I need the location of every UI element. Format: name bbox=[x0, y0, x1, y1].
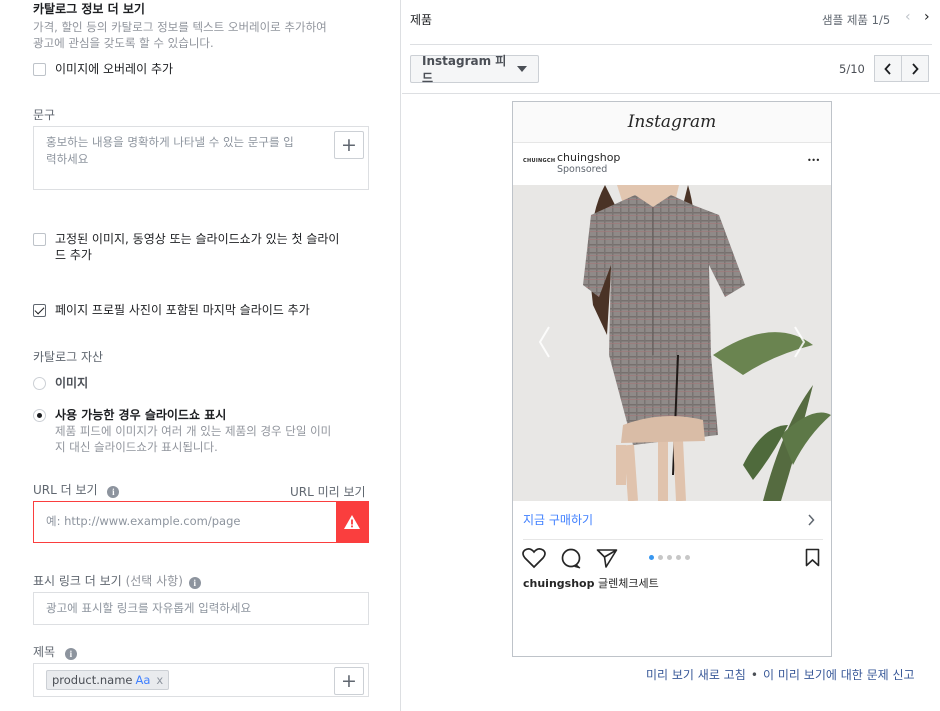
chevron-left-icon[interactable]: ‹ bbox=[905, 9, 911, 25]
headline-label: 제목 i bbox=[33, 643, 77, 660]
catalog-more-desc-2: 광고에 관심을 갖도록 할 수 있습니다. bbox=[33, 36, 214, 50]
product-image[interactable] bbox=[513, 185, 831, 501]
catalog-more-desc-1: 가격, 할인 등의 카탈로그 정보를 텍스트 오버레이로 추가하여 bbox=[33, 20, 327, 34]
info-icon[interactable]: i bbox=[64, 648, 77, 660]
account-name[interactable]: chuingshop bbox=[557, 151, 620, 164]
carousel-dot bbox=[658, 555, 663, 560]
chevron-left-icon bbox=[884, 62, 891, 75]
carousel-dots bbox=[649, 555, 690, 560]
preview-footer: 미리 보기 새로 고침 • 이 미리 보기에 대한 문제 신고 bbox=[646, 664, 915, 683]
info-icon[interactable]: i bbox=[107, 486, 120, 498]
carousel-dot bbox=[667, 555, 672, 560]
placement-dropdown[interactable]: Instagram 피드 bbox=[410, 54, 539, 85]
account-logo: CHUINGCH bbox=[523, 158, 556, 164]
catalog-assets-label: 카탈로그 자산 bbox=[33, 350, 104, 364]
header-divider bbox=[410, 44, 932, 45]
text-section-label: 문구 bbox=[33, 108, 56, 122]
next-button[interactable] bbox=[901, 55, 929, 82]
cta-divider bbox=[523, 539, 823, 540]
refresh-preview-link[interactable]: 미리 보기 새로 고침 bbox=[646, 668, 746, 682]
carousel-dot bbox=[676, 555, 681, 560]
primary-text-placeholder-2: 력하세요 bbox=[46, 152, 89, 166]
radio-slideshow-desc-2: 지 대신 슬라이드쇼가 표시됩니다. bbox=[55, 440, 218, 454]
fixed-media-checkbox[interactable] bbox=[33, 233, 46, 246]
radio-image[interactable] bbox=[33, 377, 46, 390]
sample-product-counter: 샘플 제품 1/5 bbox=[822, 13, 891, 27]
token-text: product.name bbox=[52, 673, 133, 687]
heart-icon[interactable] bbox=[522, 547, 546, 573]
fixed-media-label-2[interactable]: 드 추가 bbox=[55, 247, 92, 263]
radio-image-label[interactable]: 이미지 bbox=[55, 375, 88, 391]
post-caption: chuingshop 글렌체크세트 bbox=[523, 575, 659, 591]
radio-slideshow-desc-1: 제품 피드에 이미지가 여러 개 있는 제품의 경우 단일 이미 bbox=[55, 424, 332, 438]
catalog-more-title: 카탈로그 정보 더 보기 bbox=[33, 2, 145, 16]
instagram-preview: Instagram CHUINGCH chuingshop Sponsored … bbox=[512, 101, 832, 657]
url-more-label-text: URL 더 보기 bbox=[33, 483, 98, 497]
instagram-logo: Instagram bbox=[627, 112, 717, 132]
chevron-right-icon[interactable]: › bbox=[924, 9, 930, 25]
display-link-optional: (선택 사항) bbox=[125, 574, 183, 588]
url-preview-link[interactable]: URL 미리 보기 bbox=[290, 483, 366, 500]
prev-button[interactable] bbox=[874, 55, 902, 82]
profile-slide-label[interactable]: 페이지 프로필 사진이 포함된 마지막 슬라이드 추가 bbox=[55, 302, 310, 318]
pager-text: 5/10 bbox=[839, 62, 865, 76]
product-label: 제품 bbox=[410, 13, 433, 27]
report-problem-link[interactable]: 이 미리 보기에 대한 문제 신고 bbox=[763, 668, 915, 682]
token-remove-icon[interactable]: x bbox=[156, 673, 163, 687]
text-add-button[interactable]: + bbox=[334, 131, 364, 159]
overlay-checkbox-label[interactable]: 이미지에 오버레이 추가 bbox=[55, 61, 173, 77]
fixed-media-label-1[interactable]: 고정된 이미지, 동영상 또는 슬라이드쇼가 있는 첫 슬라이 bbox=[55, 231, 339, 247]
display-link-label-text: 표시 링크 더 보기 bbox=[33, 574, 122, 588]
headline-input[interactable]: product.name Aa x + bbox=[33, 663, 369, 697]
preview-panel: 제품 샘플 제품 1/5 ‹ › Instagram 피드 5/10 Insta… bbox=[402, 0, 940, 711]
caret-down-icon bbox=[517, 66, 527, 72]
chevron-right-icon[interactable] bbox=[807, 511, 815, 530]
carousel-dot bbox=[649, 555, 654, 560]
overlay-checkbox[interactable] bbox=[33, 63, 46, 76]
url-input[interactable]: 예: http://www.example.com/page bbox=[33, 501, 369, 543]
placement-dropdown-label: Instagram 피드 bbox=[422, 54, 507, 85]
footer-separator: • bbox=[750, 668, 758, 682]
carousel-dot bbox=[685, 555, 690, 560]
bookmark-icon[interactable] bbox=[805, 548, 820, 571]
headline-add-button[interactable]: + bbox=[334, 667, 364, 695]
info-icon[interactable]: i bbox=[188, 577, 201, 589]
chevron-right-icon bbox=[912, 62, 919, 75]
display-link-label: 표시 링크 더 보기 (선택 사항) i bbox=[33, 572, 201, 589]
caption-text: 글렌체크세트 bbox=[597, 577, 659, 590]
display-link-input[interactable]: 광고에 표시할 링크를 자유롭게 입력하세요 bbox=[33, 592, 369, 625]
ad-creative-editor: 카탈로그 정보 더 보기 가격, 할인 등의 카탈로그 정보를 텍스트 오버레이… bbox=[0, 0, 940, 711]
instagram-header: Instagram bbox=[513, 102, 831, 143]
toolbar-divider bbox=[402, 93, 940, 94]
comment-icon[interactable] bbox=[560, 548, 582, 573]
url-more-label: URL 더 보기 i bbox=[33, 481, 120, 498]
share-icon[interactable] bbox=[596, 548, 618, 572]
left-settings-panel: 카탈로그 정보 더 보기 가격, 할인 등의 카탈로그 정보를 텍스트 오버레이… bbox=[0, 0, 401, 711]
url-input-placeholder: 예: http://www.example.com/page bbox=[46, 514, 241, 528]
headline-label-text: 제목 bbox=[33, 645, 56, 659]
warning-icon bbox=[336, 502, 368, 542]
display-link-placeholder: 광고에 표시할 링크를 자유롭게 입력하세요 bbox=[46, 601, 252, 615]
product-name-token[interactable]: product.name Aa x bbox=[46, 670, 170, 690]
primary-text-placeholder-1: 홍보하는 내용을 명확하게 나타낼 수 있는 문구를 입 bbox=[46, 135, 294, 149]
radio-slideshow-label[interactable]: 사용 가능한 경우 슬라이드쇼 표시 bbox=[55, 407, 226, 423]
product-photo bbox=[513, 185, 831, 501]
cta-shop-now[interactable]: 지금 구매하기 bbox=[523, 511, 593, 528]
profile-slide-checkbox[interactable] bbox=[33, 304, 46, 317]
sponsored-label: Sponsored bbox=[557, 164, 608, 175]
caption-user[interactable]: chuingshop bbox=[523, 577, 594, 590]
more-options-icon[interactable]: ••• bbox=[807, 156, 820, 165]
primary-text-field[interactable]: 홍보하는 내용을 명확하게 나타낼 수 있는 문구를 입 력하세요 + bbox=[33, 126, 369, 190]
radio-slideshow[interactable] bbox=[33, 409, 46, 422]
token-aa[interactable]: Aa bbox=[136, 673, 151, 687]
